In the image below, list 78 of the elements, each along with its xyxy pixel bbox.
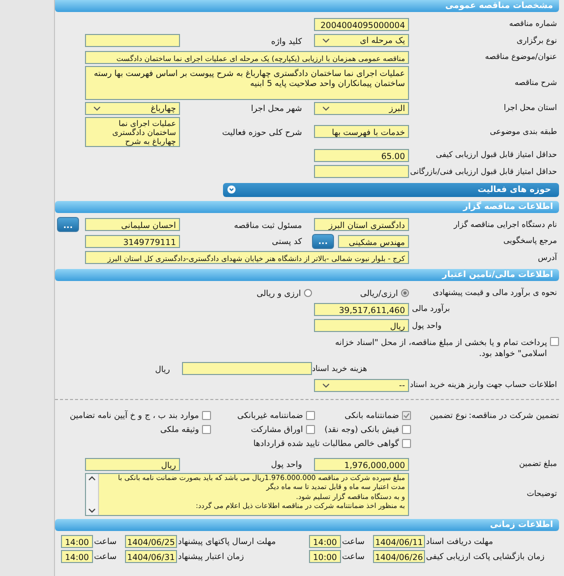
field-label: کد پستی [270,236,303,246]
section-header: مشخصات مناقصه عمومی [55,0,559,12]
dropdown[interactable]: چهارباغ [85,102,180,114]
chevron-down-icon [322,38,330,43]
checkbox[interactable] [202,410,211,420]
time-field[interactable]: 10:00 [309,550,341,562]
field-label: تضمین شرکت در مناقصه: [468,409,559,422]
text-field[interactable] [182,362,312,375]
text-area[interactable]: عملیات اجرای نما ساختمان دادگستری چهارباغ به شرح پیوست بر اساس فهرست بها رسته ساختمان پیمانکاران واحد صلاحیت پایه 5 ابنیه [85,66,409,100]
field-label: ریال [154,364,171,374]
field-label: زمان بازگشایی پاکت ارزیابی کیفی [425,551,546,561]
text-field[interactable]: 65.00 [314,148,409,162]
radio-button[interactable] [401,288,409,296]
field-label: ساعت [341,536,366,546]
chevron-down-icon [322,106,330,110]
text-field[interactable]: احسان سلیمانی [85,218,180,231]
checkbox-label: ضمانتنامه بانکی [344,410,399,420]
time-field[interactable]: 14:00 [61,534,93,548]
date-field[interactable]: 1404/06/11 [373,534,425,548]
chevron-down-icon [322,382,330,388]
lookup-button[interactable]: ... [312,234,334,248]
text-field[interactable]: خدمات با فهرست بها [314,125,409,138]
field-label: مهلت ارسال پاکتهای پیشنهاد [177,536,277,546]
lookup-button[interactable]: ... [57,217,79,232]
text-field[interactable] [314,165,409,178]
radio-label: ارزی/ریالی [360,288,398,298]
field-label: زمان اعتبار پیشنهاد [177,551,245,561]
text-field[interactable]: 3149779111 [85,234,180,248]
field-label: ساعت [93,551,118,561]
section-header: اطلاعات زمانی [55,518,559,530]
text-field[interactable]: دادگستری استان البرز [314,218,409,231]
radio-button[interactable] [304,288,312,296]
date-field[interactable]: 1404/06/26 [373,550,425,562]
text-field[interactable]: 1,976,000,000 [314,458,409,470]
checkbox-label: اوراق مشارکت [250,424,303,434]
date-field[interactable]: 1404/06/31 [125,550,177,562]
text-field[interactable]: ریال [85,458,180,470]
checkbox[interactable] [550,336,559,346]
field-label: مهلت دریافت اسناد [425,536,494,546]
section-header: اطلاعات مالی/تامین اعتبار [55,268,559,280]
checkbox[interactable] [306,424,315,434]
text-field[interactable] [85,34,180,47]
dropdown[interactable]: یک مرحله ای [314,34,409,47]
field-label: ساعت [341,551,366,561]
dropdown[interactable]: -- [314,378,409,392]
checkbox-label: وثیقه ملکی [160,424,199,434]
field-label: شرح کلی حوزه فعالیت [221,126,303,136]
checkbox-label: پرداخت تمام و یا بخشی از مبلغ مناقصه، از محل "اسناد خزانه اسلامی" خواهد بود. [334,336,547,358]
dropdown[interactable]: البرز [314,102,409,114]
chevron-down-icon [93,106,101,110]
checkbox[interactable] [402,410,411,420]
checkbox[interactable] [402,438,411,448]
checkbox[interactable] [306,410,315,420]
time-field[interactable]: 14:00 [61,550,93,562]
checkbox[interactable] [202,424,211,434]
collapsible-bar[interactable]: حوزه های فعالیت [223,182,559,196]
chevron-circle-icon [227,185,236,194]
field-label: ساعت [93,536,118,546]
text-field[interactable]: مهندس مشکینی [338,234,409,248]
field-label: شهر محل اجرا [250,103,303,113]
checkbox-label: گواهی خالص مطالبات تایید شده قراردادها [253,438,399,448]
scroll-down-icon[interactable] [88,508,96,512]
field-label: کلید واژه [270,36,303,46]
checkbox[interactable] [402,424,411,434]
scroll-up-icon[interactable] [88,476,96,480]
checkbox-label: فیش بانکی (وجه نقد) [324,424,399,434]
radio-label: ارزی و ریالی [256,288,301,298]
time-field[interactable]: 14:00 [309,534,341,548]
field-label: مسئول ثبت مناقصه [233,220,303,230]
text-field[interactable]: 39,517,611,460 [314,302,409,316]
field-label: نوع تضمین [428,409,467,422]
checkbox-label: موارد بند ب ، ج و خ آیین نامه تضامین [70,410,199,420]
section-header: اطلاعات مناقصه گزار [55,200,559,212]
text-field[interactable]: 2004004095000004 [314,18,409,30]
date-field[interactable]: 1404/06/25 [125,534,177,548]
text-field[interactable]: ریال [314,319,409,332]
checkbox-label: ضمانتنامه غیربانکی [237,410,303,420]
field-label: واحد پول [270,459,303,469]
